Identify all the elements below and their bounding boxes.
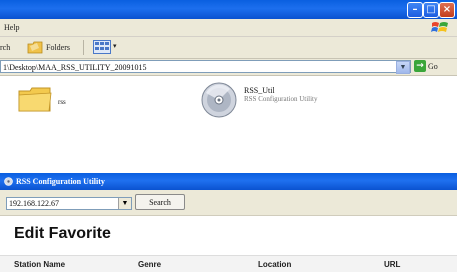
menu-bar: Help bbox=[0, 19, 457, 37]
go-label: Go bbox=[428, 61, 438, 71]
column-header-genre[interactable]: Genre bbox=[138, 260, 161, 269]
views-dropdown-arrow-icon[interactable]: ▾ bbox=[113, 42, 117, 50]
table-header: Station Name Genre Location URL bbox=[0, 255, 457, 272]
folder-item-rss[interactable]: rss bbox=[18, 84, 78, 116]
search-button[interactable]: rch bbox=[0, 43, 10, 52]
address-field[interactable]: 1\Desktop\MAA_RSS_UTILITY_20091015 bbox=[0, 60, 411, 73]
file-pane: rss RSS_Util RSS Configuration Utility bbox=[0, 76, 457, 140]
file-item-rss-util[interactable]: RSS_Util RSS Configuration Utility bbox=[200, 81, 360, 121]
chevron-down-icon[interactable]: ▼ bbox=[118, 198, 131, 209]
explorer-window: – □ × Help rch Folders ▾ 1\Desktop\MAA_R… bbox=[0, 0, 457, 140]
explorer-title-bar[interactable]: – □ × bbox=[0, 0, 457, 19]
file-name: RSS_Util bbox=[244, 86, 275, 95]
folder-icon bbox=[18, 87, 52, 112]
page-title: Edit Favorite bbox=[14, 225, 111, 242]
go-button[interactable]: → Go bbox=[414, 60, 438, 72]
menu-help[interactable]: Help bbox=[4, 23, 20, 32]
address-dropdown-icon[interactable]: ▼ bbox=[396, 61, 410, 74]
maximize-icon[interactable]: □ bbox=[423, 2, 439, 18]
column-header-location[interactable]: Location bbox=[258, 260, 291, 269]
cd-icon bbox=[201, 82, 237, 118]
close-icon[interactable]: × bbox=[439, 2, 455, 18]
window-title: RSS Configuration Utility bbox=[16, 177, 105, 186]
column-header-url[interactable]: URL bbox=[384, 260, 400, 269]
app-icon bbox=[4, 177, 13, 186]
rss-toolbar: 192.168.122.67 ▼ Search bbox=[0, 190, 457, 216]
ip-address-select[interactable]: 192.168.122.67 ▼ bbox=[6, 197, 132, 210]
search-button[interactable]: Search bbox=[135, 194, 185, 210]
folders-button[interactable]: Folders bbox=[27, 39, 70, 55]
folder-icon bbox=[27, 41, 43, 53]
ip-address-value: 192.168.122.67 bbox=[9, 199, 59, 208]
address-bar: 1\Desktop\MAA_RSS_UTILITY_20091015 ▼ → G… bbox=[0, 59, 457, 76]
minimize-icon[interactable]: – bbox=[407, 2, 423, 18]
rss-config-window: RSS Configuration Utility 192.168.122.67… bbox=[0, 173, 457, 272]
column-header-station-name[interactable]: Station Name bbox=[14, 260, 65, 269]
windows-logo-icon bbox=[431, 22, 448, 32]
toolbar: rch Folders ▾ bbox=[0, 37, 457, 59]
folder-label: rss bbox=[58, 98, 66, 106]
file-description: RSS Configuration Utility bbox=[244, 95, 318, 103]
toolbar-separator bbox=[83, 40, 84, 55]
go-arrow-icon: → bbox=[414, 60, 426, 72]
rss-title-bar[interactable]: RSS Configuration Utility bbox=[0, 173, 457, 190]
views-icon[interactable] bbox=[93, 40, 111, 54]
folders-label: Folders bbox=[46, 42, 70, 52]
